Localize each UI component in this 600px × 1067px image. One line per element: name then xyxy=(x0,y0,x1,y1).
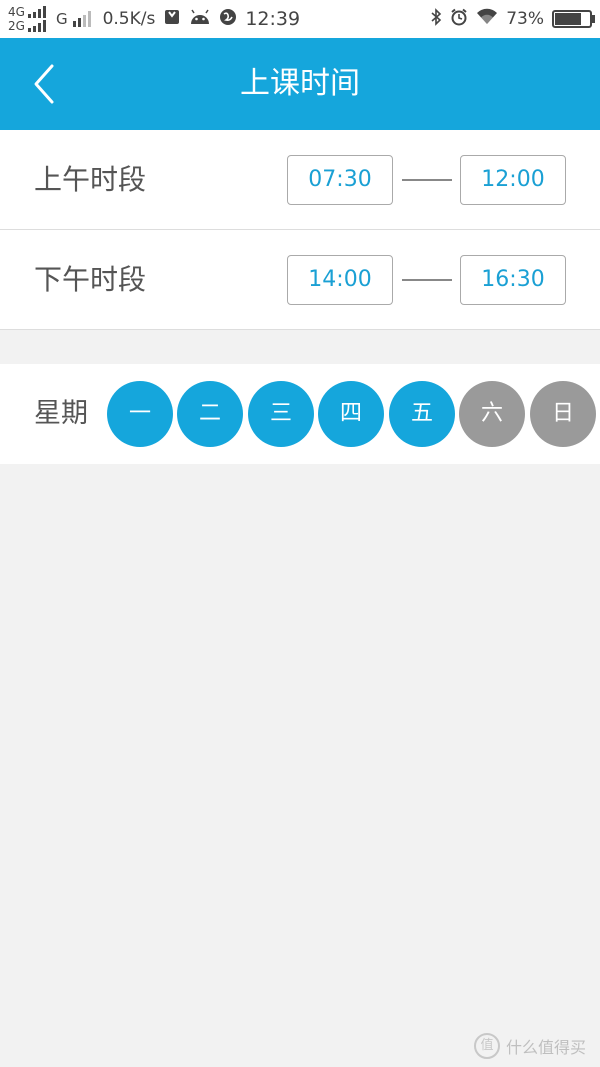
day-toggle-sat[interactable]: 六 xyxy=(459,381,525,447)
signal-g-icon xyxy=(72,11,93,27)
weekday-selector: 星期 一 二 三 四 五 六 日 xyxy=(0,364,600,464)
android-icon xyxy=(189,9,211,30)
status-right: 73% xyxy=(430,0,595,38)
day-toggle-mon[interactable]: 一 xyxy=(107,381,173,447)
morning-start-time[interactable]: 07:30 xyxy=(287,155,393,205)
notification-icon xyxy=(163,8,181,31)
app-header: 上课时间 xyxy=(0,38,600,130)
day-toggle-tue[interactable]: 二 xyxy=(177,381,243,447)
signal-2g-icon xyxy=(27,20,48,32)
week-label: 星期 xyxy=(34,398,88,429)
time-settings: 上午时段 07:30 12:00 下午时段 14:00 16:30 xyxy=(0,130,600,330)
network-4g-label: 4G xyxy=(8,5,25,19)
globe-icon xyxy=(219,8,237,31)
signal-4g-icon xyxy=(27,6,48,18)
morning-row: 上午时段 07:30 12:00 xyxy=(0,130,600,230)
network-speed: 0.5K/s xyxy=(102,9,156,29)
battery-fill xyxy=(555,13,581,25)
bluetooth-icon xyxy=(430,7,442,31)
status-left: 4G 2G G 0.5K/s 12:39 xyxy=(8,0,308,38)
day-toggle-sun[interactable]: 日 xyxy=(530,381,596,447)
afternoon-end-time[interactable]: 16:30 xyxy=(460,255,566,305)
range-separator xyxy=(402,279,452,281)
clock-time: 12:39 xyxy=(245,8,301,30)
network-indicator: 4G 2G xyxy=(8,5,48,33)
status-bar: 4G 2G G 0.5K/s 12:39 73% xyxy=(0,0,600,38)
afternoon-row: 下午时段 14:00 16:30 xyxy=(0,230,600,330)
network-g-label: G xyxy=(55,10,68,28)
range-separator xyxy=(402,179,452,181)
day-toggle-wed[interactable]: 三 xyxy=(248,381,314,447)
network-2g-label: 2G xyxy=(8,19,25,33)
day-toggle-thu[interactable]: 四 xyxy=(318,381,384,447)
watermark-text: 什么值得买 xyxy=(505,1038,586,1057)
watermark: 值 什么值得买 xyxy=(473,1033,586,1059)
alarm-icon xyxy=(450,8,468,31)
morning-label: 上午时段 xyxy=(34,163,147,196)
page-title: 上课时间 xyxy=(240,66,360,101)
battery-percent: 73% xyxy=(506,9,544,29)
wifi-icon xyxy=(476,8,498,30)
afternoon-label: 下午时段 xyxy=(34,263,147,296)
watermark-logo-icon: 值 xyxy=(473,1033,500,1059)
morning-end-time[interactable]: 12:00 xyxy=(460,155,566,205)
day-toggle-fri[interactable]: 五 xyxy=(389,381,455,447)
afternoon-start-time[interactable]: 14:00 xyxy=(287,255,393,305)
battery-icon xyxy=(552,10,595,28)
